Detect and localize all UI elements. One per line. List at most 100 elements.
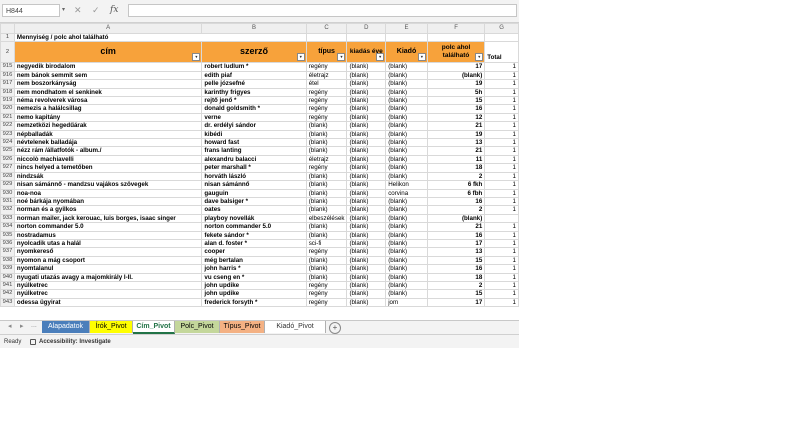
cell-kiadas-eve[interactable]: (blank) (346, 163, 387, 173)
cell-polc[interactable]: 16 (426, 264, 486, 274)
cell-cim[interactable]: nostradamus (13, 230, 203, 240)
cell-polc[interactable]: 19 (426, 129, 486, 140)
cell-tipus[interactable]: regény (305, 87, 348, 98)
cell-kiado[interactable]: (blank) (385, 213, 428, 224)
row-header[interactable]: 933 (0, 213, 15, 224)
filter-dropdown-icon[interactable]: ▾ (192, 53, 201, 62)
cell-kiado[interactable]: (blank) (385, 146, 428, 156)
cell-cim[interactable]: nyugati utazás avagy a majomkirály I-II. (13, 272, 203, 282)
cell-polc[interactable]: 15 (426, 289, 486, 299)
row-header[interactable]: 930 (0, 188, 15, 198)
sheet-tab[interactable]: Típus_Pivot (220, 321, 265, 333)
row-header[interactable]: 927 (0, 163, 15, 173)
column-header-c[interactable]: C (305, 23, 348, 34)
cell-kiado[interactable]: (blank) (385, 104, 428, 114)
cell-cim[interactable]: nindzsák (13, 171, 203, 182)
cell-cim[interactable]: nem mondhatom el senkinek (13, 87, 203, 98)
cell-kiado[interactable]: (blank) (385, 289, 428, 299)
cell-kiadas-eve[interactable]: (blank) (346, 205, 387, 215)
cell-cim[interactable]: nemo kapitány (13, 112, 203, 123)
cell-total[interactable]: 1 (484, 121, 519, 131)
cell-tipus[interactable]: étel (305, 79, 348, 89)
cell-total[interactable]: 1 (484, 272, 519, 282)
row-header[interactable]: 920 (0, 104, 15, 114)
column-header-e[interactable]: E (385, 23, 428, 34)
cell-cim[interactable]: negyedik birodalom (13, 62, 203, 72)
header-szerzo[interactable]: szerző ▾ (201, 41, 307, 64)
header-kiadas-eve[interactable]: kiadás éve ▾ (346, 41, 387, 64)
cell-total[interactable]: 1 (484, 205, 519, 215)
cell-kiado[interactable]: (blank) (385, 264, 428, 274)
cell-cim[interactable]: noé bárkája nyomában (13, 196, 203, 207)
cell-szerzo[interactable]: cooper (201, 247, 307, 257)
cell-szerzo[interactable]: kibédi (201, 129, 307, 140)
add-sheet-icon[interactable]: + (329, 322, 341, 334)
cell-tipus[interactable]: életrajz (305, 70, 348, 81)
cell-polc[interactable]: 16 (426, 196, 486, 207)
cell-cim[interactable]: odessa ügyirat (13, 297, 203, 308)
filter-dropdown-icon[interactable]: ▾ (475, 53, 484, 62)
cell-total[interactable]: 1 (484, 104, 519, 114)
cell-kiadas-eve[interactable]: (blank) (346, 289, 387, 299)
column-header-d[interactable]: D (346, 23, 387, 34)
cell-kiado[interactable]: (blank) (385, 96, 428, 106)
cell-tipus[interactable]: regény (305, 104, 348, 114)
row-header[interactable]: 925 (0, 146, 15, 156)
cell-kiado[interactable]: (blank) (385, 129, 428, 140)
filter-dropdown-icon[interactable]: ▾ (417, 53, 426, 62)
cell[interactable] (385, 32, 428, 43)
sheet-tab[interactable]: Alapadatok (42, 321, 90, 333)
cell-kiado[interactable]: (blank) (385, 247, 428, 257)
cell-kiado[interactable]: (blank) (385, 121, 428, 131)
cell-szerzo[interactable]: frans lanting (201, 146, 307, 156)
cell-total[interactable]: 1 (484, 247, 519, 257)
formula-input[interactable] (128, 4, 517, 17)
cell-polc[interactable]: (blank) (426, 70, 486, 81)
row-header[interactable]: 918 (0, 87, 15, 98)
cell-total[interactable]: 1 (484, 96, 519, 106)
cell-polc[interactable]: 17 (426, 297, 486, 308)
cell-tipus[interactable]: (blank) (305, 146, 348, 156)
cell-kiadas-eve[interactable]: (blank) (346, 112, 387, 123)
cell-tipus[interactable]: (blank) (305, 188, 348, 198)
column-header-g[interactable]: G (484, 23, 519, 34)
row-header[interactable]: 942 (0, 289, 15, 299)
cell-cim[interactable]: nemezis a halálcsillag (13, 104, 203, 114)
cell-total[interactable]: 1 (484, 138, 519, 148)
cell-kiadas-eve[interactable]: (blank) (346, 272, 387, 282)
cell-total[interactable] (484, 213, 519, 224)
cell-polc[interactable]: 2 (426, 205, 486, 215)
cell-polc[interactable]: 5h (426, 87, 486, 98)
cell-kiadas-eve[interactable]: (blank) (346, 280, 387, 291)
cell-polc[interactable]: 17 (426, 62, 486, 72)
cell-cim[interactable]: noa-noa (13, 188, 203, 198)
column-header-b[interactable]: B (201, 23, 307, 34)
cell-kiadas-eve[interactable]: (blank) (346, 62, 387, 72)
cell-cim[interactable]: nyomkereső (13, 247, 203, 257)
cell-cim[interactable]: nézz rám /állatfotók - album./ (13, 146, 203, 156)
cell-total[interactable]: 1 (484, 87, 519, 98)
cell-total[interactable]: 1 (484, 154, 519, 165)
cell-szerzo[interactable]: fekete sándor * (201, 230, 307, 240)
cell-tipus[interactable]: (blank) (305, 230, 348, 240)
column-header-f[interactable]: F (426, 23, 486, 34)
cell-total[interactable]: 1 (484, 230, 519, 240)
cell-total[interactable]: 1 (484, 222, 519, 232)
cell-szerzo[interactable]: verne (201, 112, 307, 123)
cell-tipus[interactable]: (blank) (305, 196, 348, 207)
cell-kiadas-eve[interactable]: (blank) (346, 104, 387, 114)
cell-cim[interactable]: népballadák (13, 129, 203, 140)
cell-polc[interactable]: 21 (426, 222, 486, 232)
cell[interactable] (346, 32, 387, 43)
cell-tipus[interactable]: (blank) (305, 264, 348, 274)
header-polc[interactable]: polc ahol található ▾ (426, 41, 486, 64)
cell-total[interactable]: 1 (484, 129, 519, 140)
sheet-tab[interactable]: Kiadó_Pivot (265, 321, 326, 333)
cell-cim[interactable]: niccolò machiavelli (13, 154, 203, 165)
cell-kiadas-eve[interactable]: (blank) (346, 70, 387, 81)
sheet-tab[interactable]: Írók_Pivot (90, 321, 133, 333)
cell-total[interactable]: 1 (484, 289, 519, 299)
cell-szerzo[interactable]: donald goldsmith * (201, 104, 307, 114)
cancel-icon[interactable]: ✕ (74, 4, 82, 17)
cell-szerzo[interactable]: karinthy frigyes (201, 87, 307, 98)
